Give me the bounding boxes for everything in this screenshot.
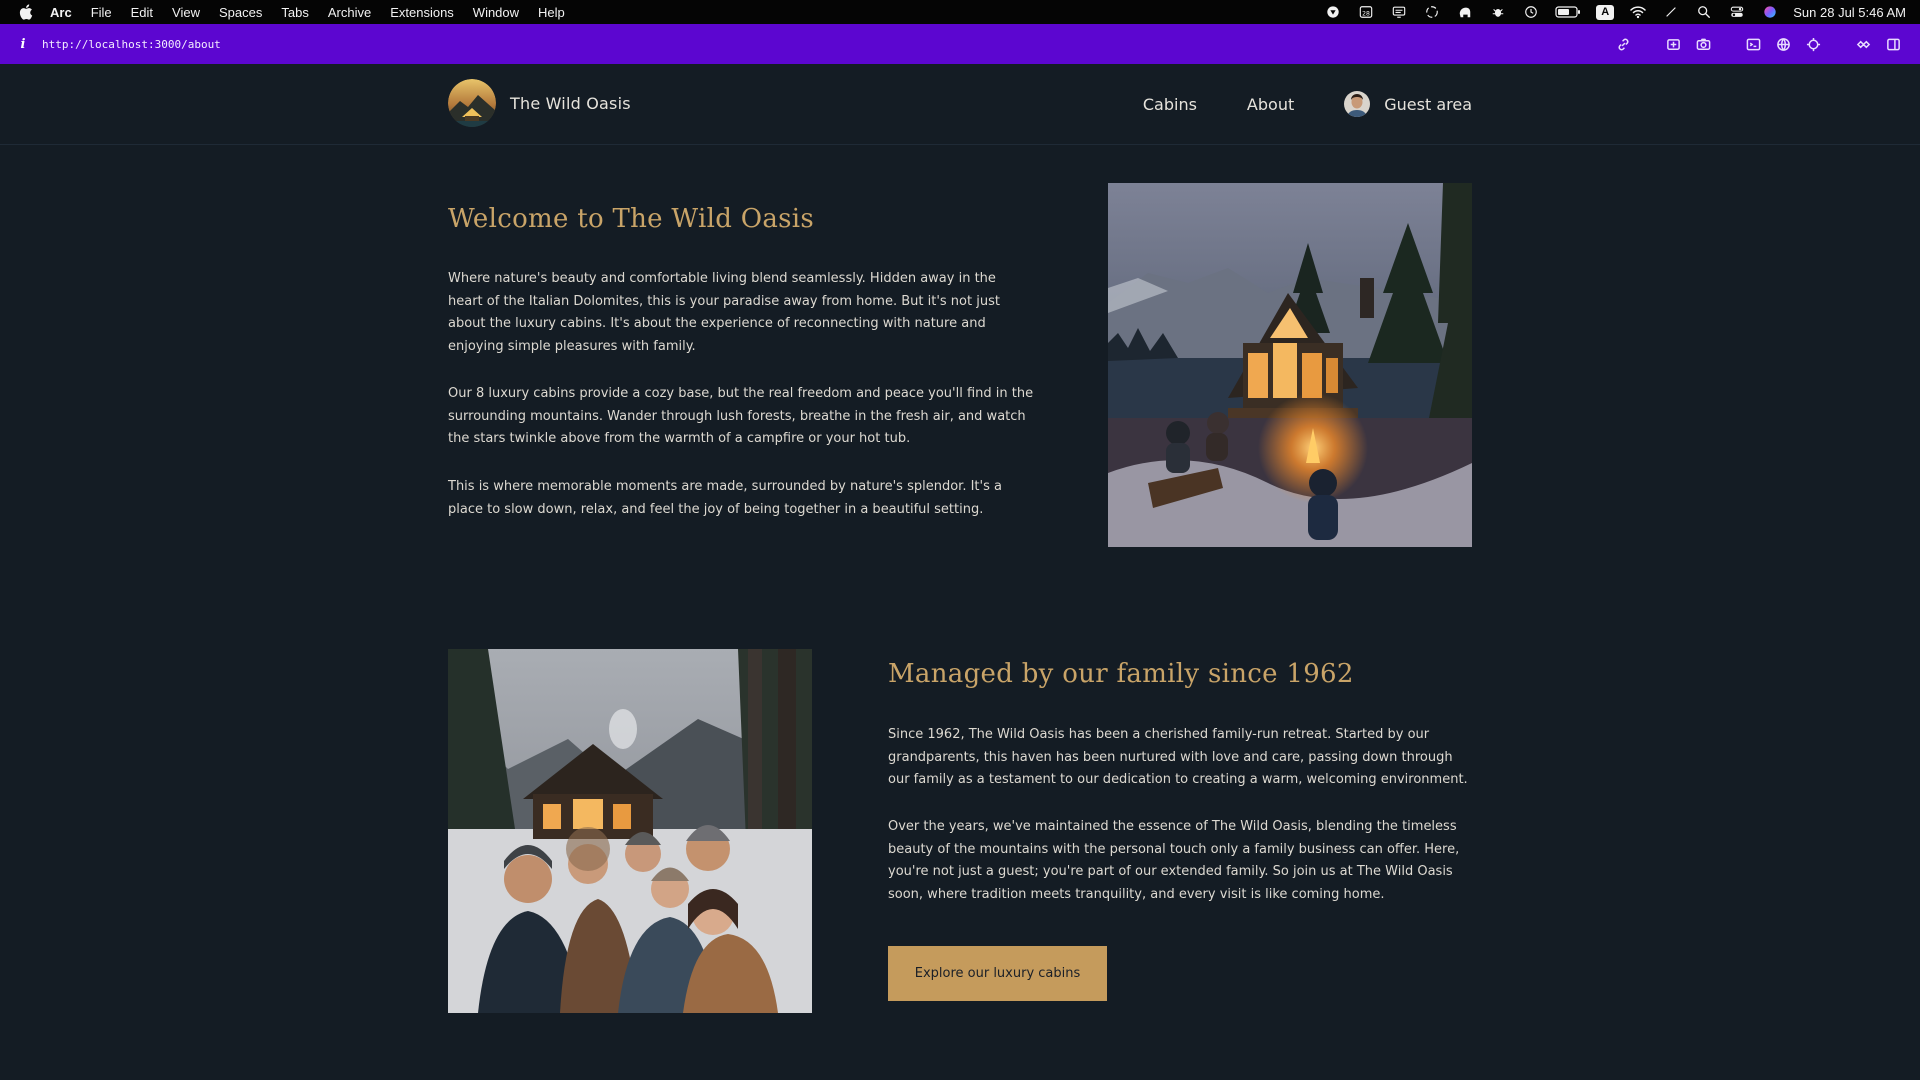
menu-file[interactable]: File	[91, 5, 112, 20]
nav-guest-area[interactable]: Guest area	[1344, 91, 1472, 117]
calendar-icon[interactable]: 28	[1357, 4, 1375, 20]
nav-guest-area-label: Guest area	[1384, 94, 1472, 114]
sync-icon[interactable]	[1423, 4, 1441, 20]
pen-icon[interactable]	[1662, 4, 1680, 20]
menu-help[interactable]: Help	[538, 5, 565, 20]
apple-logo-icon[interactable]	[14, 4, 38, 20]
menu-tabs[interactable]: Tabs	[281, 5, 308, 20]
main-nav: Cabins About Guest area	[1093, 64, 1472, 144]
menu-view[interactable]: View	[172, 5, 200, 20]
browser-toolbar	[1604, 33, 1904, 55]
site-header: The Wild Oasis Cabins About Guest area	[0, 64, 1920, 145]
globe-icon[interactable]	[1772, 33, 1794, 55]
menu-app-name[interactable]: Arc	[50, 5, 72, 20]
menubar-status-area: 28 A Sun 28 Jul 5:46 AM	[1309, 4, 1906, 20]
wifi-icon[interactable]	[1629, 4, 1647, 20]
url-text[interactable]: http://localhost:3000/about	[42, 38, 221, 51]
browser-url-bar: i http://localhost:3000/about	[0, 24, 1920, 64]
menu-window[interactable]: Window	[473, 5, 519, 20]
bug-icon[interactable]	[1489, 4, 1507, 20]
brand-logo-image	[448, 79, 496, 127]
search-icon[interactable]	[1695, 4, 1713, 20]
explore-cabins-button[interactable]: Explore our luxury cabins	[888, 946, 1107, 1001]
time-machine-icon[interactable]	[1522, 4, 1540, 20]
family-photo	[448, 649, 812, 1013]
copy-link-icon[interactable]	[1612, 33, 1634, 55]
family-paragraph-2: Over the years, we've maintained the ess…	[888, 819, 1460, 902]
calendar-day-text: 28	[1362, 11, 1370, 18]
app-status-icon[interactable]	[1324, 4, 1342, 20]
family-paragraph-1: Since 1962, The Wild Oasis has been a ch…	[888, 727, 1468, 787]
menu-extensions[interactable]: Extensions	[390, 5, 454, 20]
menubar-clock[interactable]: Sun 28 Jul 5:46 AM	[1793, 5, 1906, 20]
camera-icon[interactable]	[1692, 33, 1714, 55]
guest-avatar	[1344, 91, 1371, 117]
brand-logo-link[interactable]: The Wild Oasis	[448, 79, 631, 127]
crosshair-icon[interactable]	[1802, 33, 1824, 55]
menu-archive[interactable]: Archive	[328, 5, 371, 20]
sidebar-toggle-icon[interactable]	[1882, 33, 1904, 55]
capture-icon[interactable]	[1662, 33, 1684, 55]
brand-name: The Wild Oasis	[510, 93, 631, 113]
welcome-paragraph-2: Our 8 luxury cabins provide a cozy base,…	[448, 386, 1034, 446]
welcome-paragraph-3: This is where memorable moments are made…	[448, 479, 1002, 517]
menu-edit[interactable]: Edit	[131, 5, 153, 20]
terminal-icon[interactable]	[1742, 33, 1764, 55]
menu-spaces[interactable]: Spaces	[219, 5, 262, 20]
welcome-title: Welcome to The Wild Oasis	[448, 204, 815, 234]
display-icon[interactable]	[1390, 4, 1408, 20]
nav-cabins[interactable]: Cabins	[1143, 95, 1197, 114]
extensions-icon[interactable]	[1852, 33, 1874, 55]
battery-icon[interactable]	[1555, 4, 1581, 20]
family-title: Managed by our family since 1962	[888, 659, 1354, 689]
keyboard-input-source-icon[interactable]: A	[1596, 4, 1615, 20]
cabin-campfire-photo	[1108, 183, 1472, 547]
control-center-icon[interactable]	[1728, 4, 1746, 20]
macos-menubar: Arc File Edit View Spaces Tabs Archive E…	[0, 0, 1920, 24]
site-info-icon[interactable]: i	[16, 37, 30, 52]
siri-icon[interactable]	[1761, 4, 1779, 20]
welcome-paragraph-1: Where nature's beauty and comfortable li…	[448, 271, 1000, 354]
nav-about[interactable]: About	[1247, 95, 1294, 114]
elephant-icon[interactable]	[1456, 4, 1474, 20]
